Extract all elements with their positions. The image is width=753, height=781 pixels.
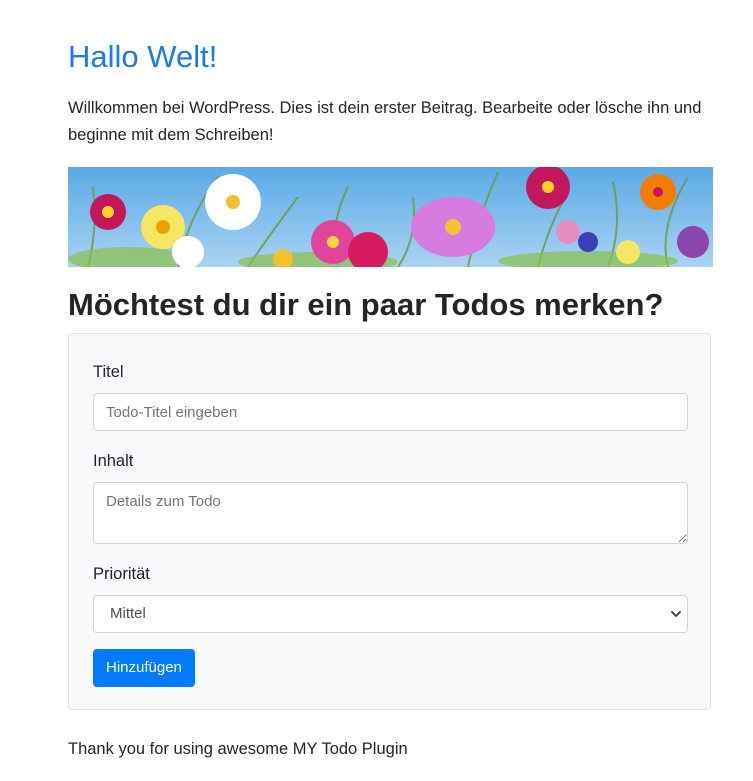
page: Hallo Welt! Willkommen bei WordPress. Di… <box>0 0 753 781</box>
title-input[interactable] <box>93 393 688 431</box>
priority-select[interactable]: Mittel <box>93 595 688 633</box>
post-body-text: Willkommen bei WordPress. Dies ist dein … <box>68 99 702 144</box>
plugin-footer-text: Thank you for using awesome MY Todo Plug… <box>68 740 408 758</box>
title-label: Titel <box>93 363 124 381</box>
priority-label: Priorität <box>93 565 150 583</box>
post-title-link[interactable]: Hallo Welt! <box>68 38 217 76</box>
chevron-down-icon <box>671 611 681 617</box>
add-todo-button[interactable]: Hinzufügen <box>93 649 195 687</box>
priority-selected-value: Mittel <box>110 605 146 622</box>
todo-form: Titel Inhalt Priorität Mittel Hinzufügen <box>68 333 711 710</box>
content-label: Inhalt <box>93 452 134 470</box>
flower-banner-image <box>68 167 713 267</box>
todo-form-heading: Möchtest du dir ein paar Todos merken? <box>68 287 664 322</box>
content-textarea[interactable] <box>93 482 688 544</box>
